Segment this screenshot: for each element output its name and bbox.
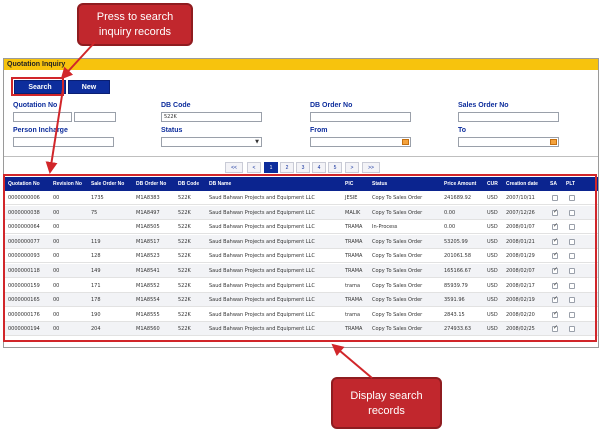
- arrow-to-table: [45, 88, 64, 174]
- callout-arrows: [45, 41, 373, 379]
- arrow-from-display-callout: [331, 343, 373, 379]
- arrow-to-search: [60, 41, 96, 80]
